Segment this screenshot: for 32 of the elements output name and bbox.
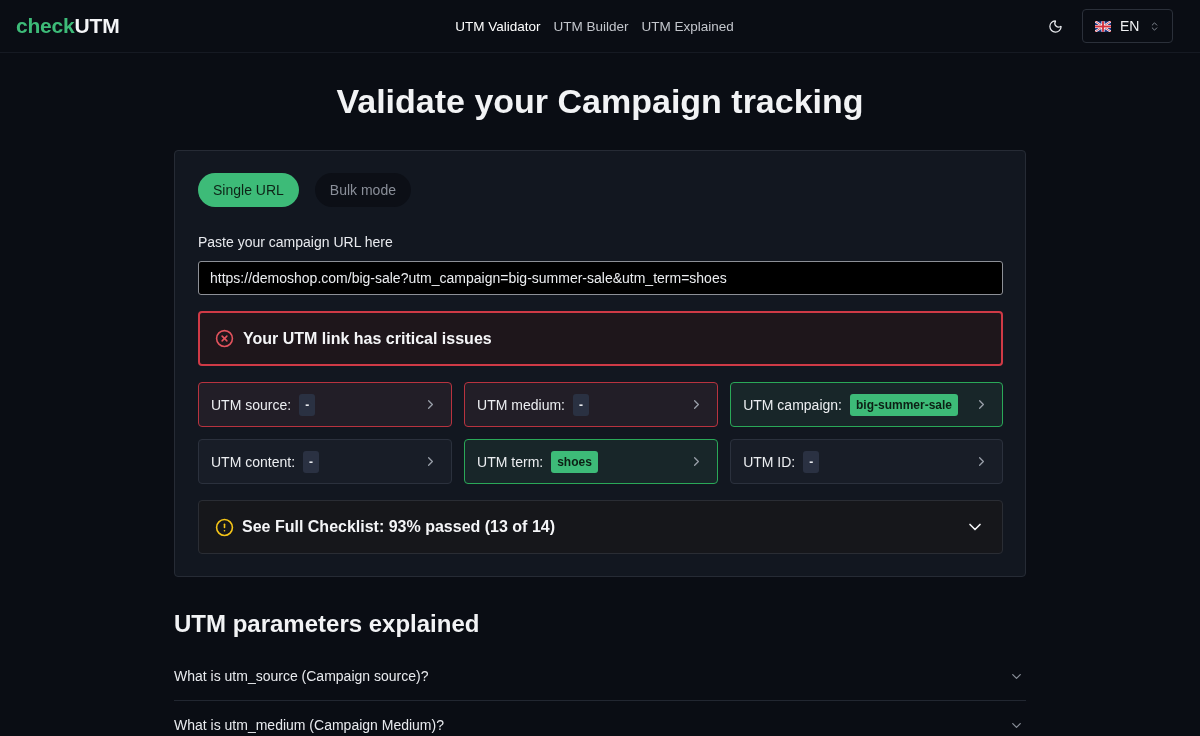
page-title: Validate your Campaign tracking [335,81,865,122]
mode-tab[interactable]: Bulk mode [314,173,411,207]
parameter-card[interactable]: UTM term: shoes [464,439,719,484]
mode-tab[interactable]: Single URL [198,173,299,207]
parameter-card[interactable]: UTM source: - [198,382,453,427]
parameter-value: shoes [551,450,598,473]
alert-message: Your UTM link has critical issues [243,329,492,348]
checklist-toggle[interactable]: See Full Checklist: 93% passed (13 of 14) [198,500,1003,554]
parameter-value: - [803,450,820,473]
parameter-card[interactable]: UTM campaign: big-summer-sale [730,382,1003,427]
nav-link[interactable]: UTM Explained [641,18,734,34]
chevrons-up-down-icon [1149,20,1160,32]
parameter-value: - [303,450,320,473]
parameter-card[interactable]: UTM ID: - [730,439,1003,484]
language-select[interactable]: EN [1082,9,1173,43]
parameter-card[interactable]: UTM content: - [198,439,453,484]
parameter-value: - [573,393,589,416]
faq-question[interactable]: What is utm_medium (Campaign Medium)? [174,701,1026,736]
nav-link[interactable]: UTM Builder [553,18,629,34]
exclamation-circle-icon [215,517,234,537]
parameter-value: big-summer-sale [849,393,958,416]
nav-link[interactable]: UTM Validator [455,18,541,34]
section-heading: UTM parameters explained [174,609,481,639]
flag-icon [1095,20,1111,32]
moon-icon[interactable] [1048,18,1063,34]
logo[interactable]: checkUTM [16,14,120,38]
parameter-card[interactable]: UTM medium: - [464,382,719,427]
x-circle-icon [215,329,234,348]
faq-question[interactable]: What is utm_source (Campaign source)? [174,652,1026,701]
field-label: Paste your campaign URL here [198,234,394,251]
parameter-value: - [299,393,316,416]
url-input[interactable]: https://demoshop.com/big-sale?utm_campaign=big-summer-sale&utm_term=shoes [198,261,1003,295]
